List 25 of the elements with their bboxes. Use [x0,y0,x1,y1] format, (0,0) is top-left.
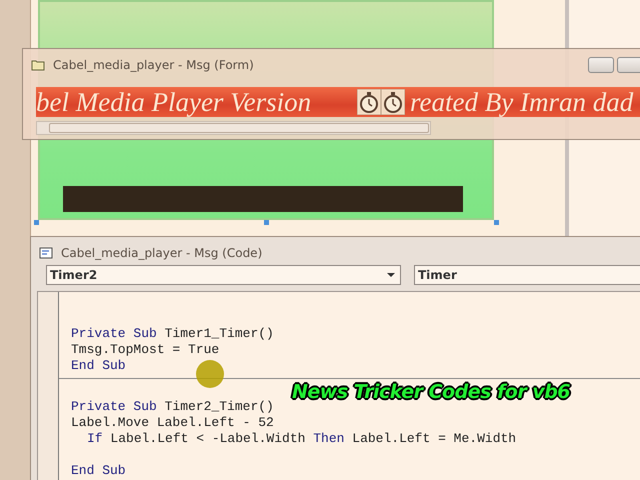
resize-handle[interactable] [494,220,499,225]
object-dropdown[interactable]: Timer2 [46,265,401,285]
code-line: Label.Move Label.Left - 52 [71,415,274,431]
code-line: Private Sub Timer1_Timer() [71,326,274,342]
window-title: Cabel_media_player - Msg (Code) [61,246,262,260]
stopwatch-icon[interactable] [381,89,405,115]
ticker-text: reated By Imran dad [410,87,634,117]
window-title: Cabel_media_player - Msg (Form) [53,58,254,72]
code-line: End Sub [71,463,126,479]
code-line: If Label.Left < -Label.Width Then Label.Left = Me.Width [86,431,516,447]
ticker-text: bel Media Player Version [36,87,312,117]
code-line: Tmsg.TopMost = True [71,342,220,358]
stopwatch-icon[interactable] [357,89,381,115]
resize-handle[interactable] [34,220,39,225]
procedure-dropdown[interactable]: Timer [414,265,640,285]
resize-handle[interactable] [264,220,269,225]
code-icon [39,247,53,259]
video-caption: News Tricker Codes for vb6 [292,381,570,403]
code-line: End Sub [71,358,126,374]
horizontal-scrollbar[interactable] [36,121,431,135]
minimize-button[interactable] [588,57,614,73]
scroll-thumb[interactable] [49,123,429,133]
code-line: Private Sub Timer2_Timer() [71,399,274,415]
folder-icon [31,59,45,71]
maximize-button[interactable] [617,57,640,73]
